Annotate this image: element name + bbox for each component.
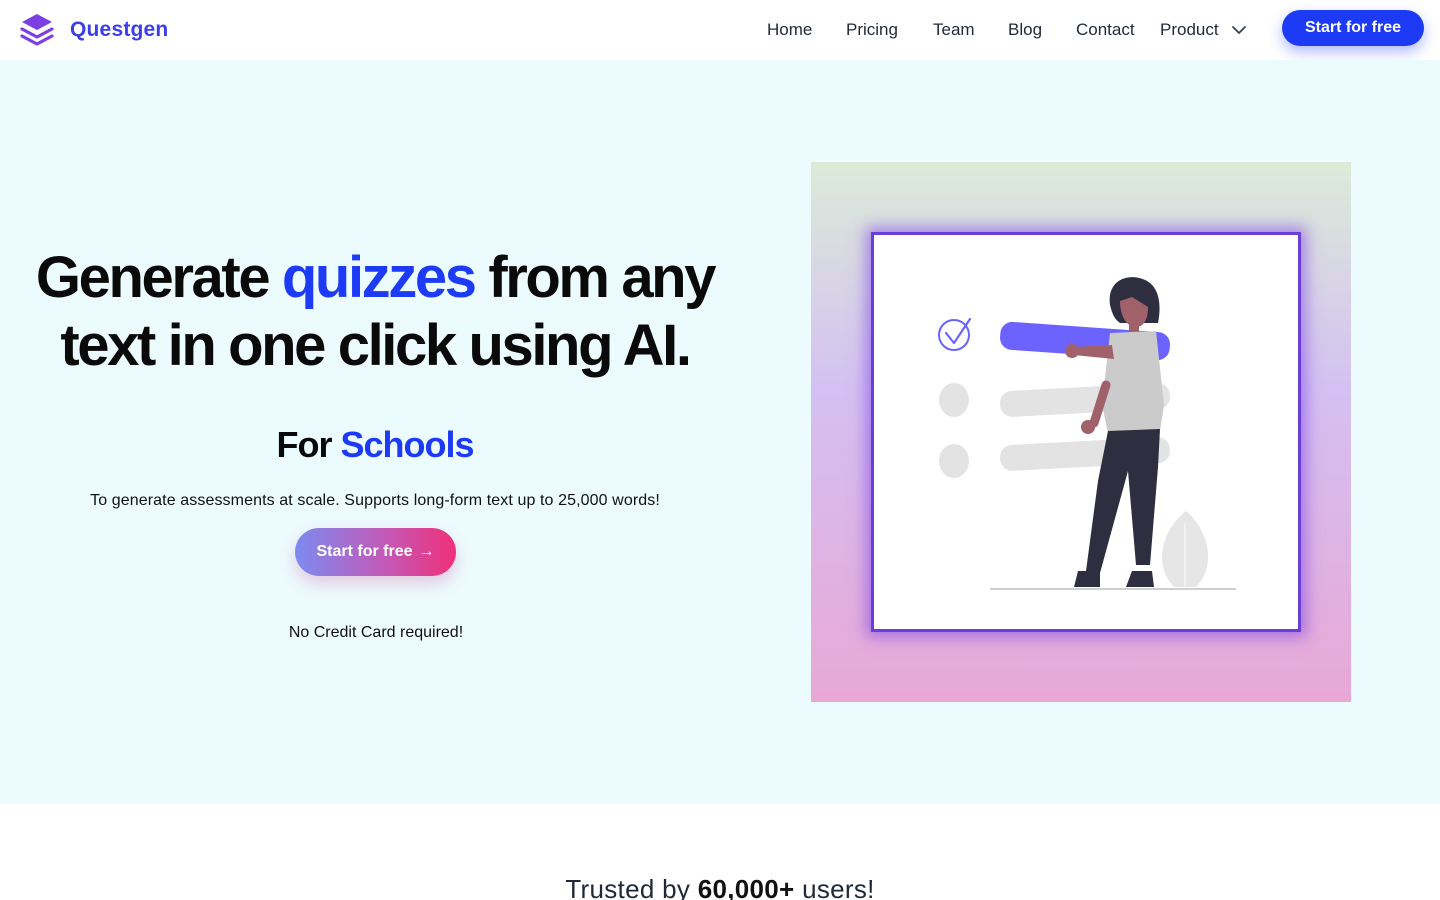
layers-logo-icon	[20, 14, 54, 46]
trusted-by-heading: Trusted by 60,000+ users!	[0, 874, 1440, 900]
nav-blog-link[interactable]: Blog	[1008, 20, 1042, 40]
headline-part2: from any	[488, 245, 716, 310]
nav-product-label: Product	[1160, 20, 1219, 39]
headline-part1: Generate	[35, 245, 271, 310]
audience-line: For Schools	[0, 424, 750, 466]
trusted-count: 60,000+	[697, 874, 795, 900]
audience-prefix: For	[276, 424, 332, 465]
no-credit-card-note: No Credit Card required!	[288, 624, 464, 641]
trusted-suffix: users!	[802, 874, 875, 900]
quiz-person-illustration	[938, 277, 1236, 590]
audience-accent: Schools	[340, 424, 474, 465]
hero-subtext: To generate assessments at scale. Suppor…	[90, 492, 660, 509]
trusted-prefix: Trusted by	[565, 874, 691, 900]
nav-home-link[interactable]: Home	[767, 20, 812, 40]
nav-product-dropdown[interactable]: Product	[1160, 20, 1247, 40]
nav-team-link[interactable]: Team	[933, 20, 975, 40]
headline-accent: quizzes	[281, 245, 477, 310]
nav-start-free-button[interactable]: Start for free	[1282, 10, 1424, 46]
nav-pricing-link[interactable]: Pricing	[846, 20, 898, 40]
hero-cta-label: Start for free	[316, 543, 413, 560]
hero-section: Generate quizzes from any text in one cl…	[0, 60, 1440, 804]
brand-name: Questgen	[70, 18, 169, 41]
hero-start-free-button[interactable]: Start for free →	[295, 528, 456, 576]
arrow-right-icon: →	[418, 543, 435, 560]
headline-line2: text in one click using AI.	[60, 313, 692, 378]
hero-illustration-card	[871, 232, 1301, 632]
nav-contact-link[interactable]: Contact	[1076, 20, 1135, 40]
top-nav: Questgen Home Pricing Team Blog Contact …	[0, 0, 1440, 60]
brand[interactable]: Questgen	[18, 11, 168, 49]
checkmark-circle-icon	[938, 317, 972, 351]
hero-headline: Generate quizzes from any text in one cl…	[0, 244, 750, 380]
chevron-down-icon	[1231, 26, 1246, 34]
hero-illustration-panel	[811, 162, 1351, 702]
